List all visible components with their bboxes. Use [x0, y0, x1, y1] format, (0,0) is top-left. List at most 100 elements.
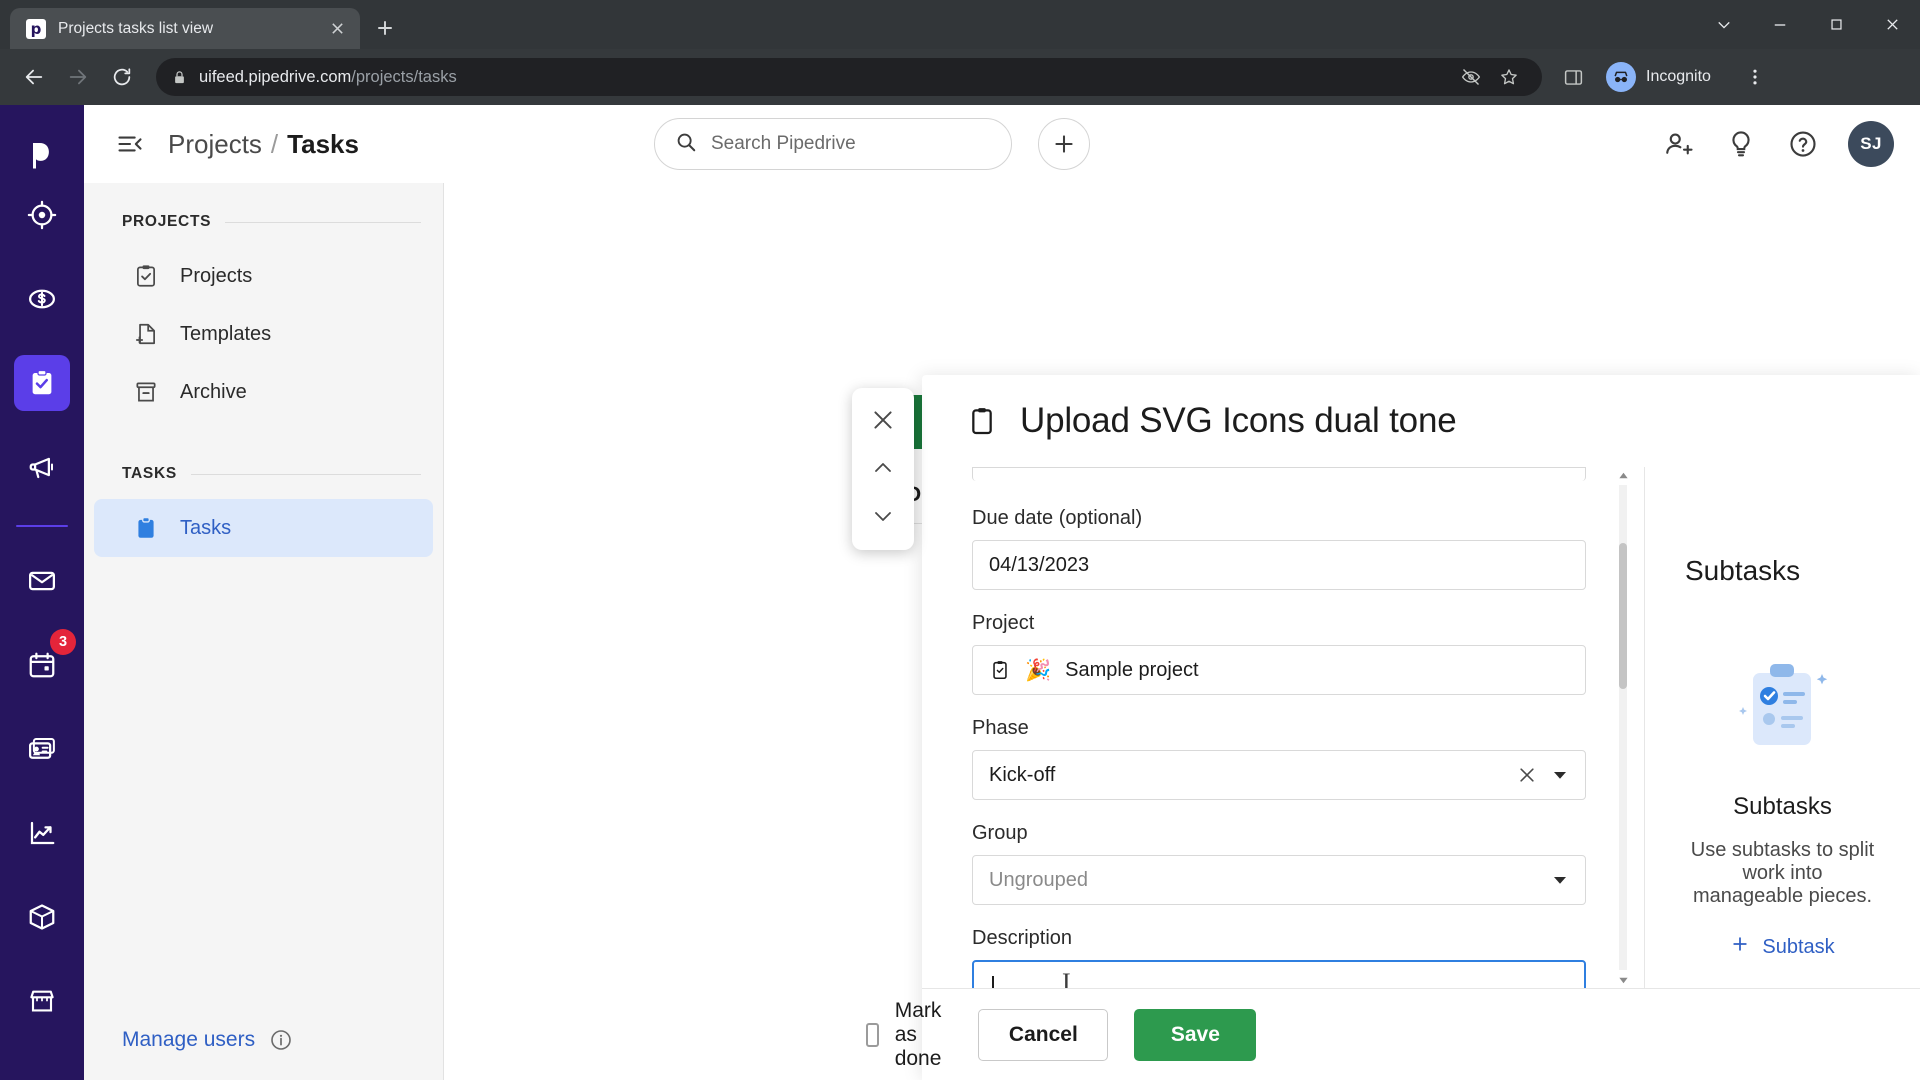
previous-field-cutoff[interactable] — [972, 467, 1586, 481]
rail-item-campaigns[interactable] — [14, 439, 70, 495]
add-button[interactable] — [1037, 118, 1090, 170]
group-chevron-down-icon[interactable] — [1551, 871, 1569, 889]
mark-as-done-checkbox[interactable] — [865, 1022, 879, 1047]
manage-users-link[interactable]: Manage users — [122, 1028, 255, 1052]
omnibox-actions — [1454, 60, 1526, 94]
subtasks-heading: Subtasks — [1685, 555, 1801, 586]
group-value: Ungrouped — [989, 868, 1088, 891]
sidebar-footer: Manage users — [84, 1028, 443, 1080]
breadcrumb: Projects / Tasks — [168, 129, 359, 160]
back-button[interactable] — [14, 57, 54, 97]
scrollbar-thumb[interactable] — [1619, 543, 1627, 689]
browser-tab[interactable]: p Projects tasks list view — [10, 8, 360, 49]
pipedrive-favicon: p — [26, 18, 46, 39]
app-body: PROJECTS Projects Templates Archive TASK… — [84, 183, 1920, 1080]
side-panel-icon[interactable] — [1556, 60, 1590, 94]
tab-search-icon[interactable] — [1696, 0, 1752, 49]
document-add-icon — [132, 320, 160, 348]
breadcrumb-separator: / — [270, 128, 279, 159]
breadcrumb-root[interactable]: Projects — [168, 129, 262, 160]
tab-close-icon[interactable] — [324, 16, 350, 42]
scroll-down-icon[interactable] — [1616, 972, 1630, 988]
maximize-icon[interactable] — [1808, 0, 1864, 49]
description-editor[interactable]: I B I U — [972, 960, 1586, 988]
form-scrollbar[interactable] — [1616, 467, 1630, 988]
scroll-up-icon[interactable] — [1616, 467, 1630, 483]
scrollbar-track[interactable] — [1619, 485, 1627, 970]
due-date-input[interactable]: 04/13/2023 — [972, 540, 1586, 590]
group-label: Group — [972, 822, 1028, 844]
project-input[interactable]: 🎉 Sample project — [972, 645, 1586, 695]
url-domain: uifeed.pipedrive.com — [199, 67, 352, 86]
sidebar-item-label: Tasks — [180, 516, 232, 539]
info-icon[interactable] — [269, 1028, 293, 1052]
mark-as-done-control[interactable]: Mark as done — [865, 999, 953, 1071]
whats-new-icon[interactable] — [1724, 127, 1758, 161]
lock-icon — [172, 70, 187, 85]
sidebar-item-tasks[interactable]: Tasks — [94, 499, 433, 557]
reload-button[interactable] — [102, 57, 142, 97]
modal-title: Upload SVG Icons dual tone — [1020, 401, 1457, 440]
rail-item-mail[interactable] — [14, 553, 70, 609]
tasks-main-region: D — [444, 183, 1920, 1080]
rail-item-contacts[interactable] — [14, 721, 70, 777]
rail-item-activities[interactable]: 3 — [14, 629, 76, 693]
sidebar-section-tasks: TASKS — [84, 465, 443, 483]
text-cursor — [992, 976, 994, 988]
header-actions: SJ — [1662, 121, 1894, 167]
clear-phase-icon[interactable] — [1517, 765, 1537, 785]
search-input[interactable]: Search Pipedrive — [653, 118, 1012, 170]
task-form-scroll: Due date (optional) 04/13/2023 Project 🎉… — [922, 467, 1644, 988]
project-value: Sample project — [1065, 658, 1199, 681]
incognito-profile-button[interactable]: Incognito — [1600, 57, 1727, 97]
search-placeholder: Search Pipedrive — [710, 133, 856, 154]
app-content: Projects / Tasks Search Pipedrive SJ PRO… — [84, 105, 1920, 1080]
rail-item-deals[interactable] — [14, 271, 70, 327]
rail-item-marketplace[interactable] — [14, 973, 70, 1029]
pipedrive-logo-icon[interactable] — [0, 123, 84, 187]
rail-item-insights[interactable] — [14, 805, 70, 861]
next-task-icon[interactable] — [857, 492, 909, 540]
help-icon[interactable] — [1786, 127, 1820, 161]
global-nav-rail: 3 — [0, 105, 84, 1080]
close-window-icon[interactable] — [1864, 0, 1920, 49]
sidebar-item-projects[interactable]: Projects — [94, 247, 433, 305]
rail-item-products[interactable] — [14, 889, 70, 945]
task-nav-pill — [852, 388, 914, 550]
window-controls — [1696, 0, 1920, 49]
forward-button[interactable] — [58, 57, 98, 97]
rail-item-projects[interactable] — [14, 355, 70, 411]
clipboard-check-icon — [132, 262, 160, 290]
chrome-menu-icon[interactable] — [1735, 57, 1775, 97]
rail-item-leads[interactable] — [14, 187, 70, 243]
save-button[interactable]: Save — [1134, 1008, 1257, 1061]
sidebar-item-archive[interactable]: Archive — [94, 363, 433, 421]
group-select[interactable]: Ungrouped — [972, 855, 1586, 905]
minimize-icon[interactable] — [1752, 0, 1808, 49]
previous-task-icon[interactable] — [857, 444, 909, 492]
new-tab-button[interactable] — [368, 11, 402, 45]
phase-chevron-down-icon[interactable] — [1551, 766, 1569, 784]
description-textarea[interactable]: I — [974, 962, 1584, 988]
modal-footer: Mark as done Cancel Save — [865, 988, 1920, 1080]
cancel-button[interactable]: Cancel — [978, 1008, 1109, 1061]
address-bar[interactable]: uifeed.pipedrive.com/projects/tasks — [156, 58, 1542, 96]
clipboard-solid-icon — [132, 514, 160, 542]
close-task-icon[interactable] — [857, 396, 909, 444]
browser-window: p Projects tasks list view uifeed.pipedr… — [0, 0, 1920, 1080]
sidebar-item-templates[interactable]: Templates — [94, 305, 433, 363]
phase-select[interactable]: Kick-off — [972, 750, 1586, 800]
add-subtask-button[interactable]: Subtask — [1730, 934, 1835, 960]
description-label: Description — [972, 927, 1073, 949]
sidebar-section-label: PROJECTS — [122, 213, 212, 230]
user-avatar[interactable]: SJ — [1848, 121, 1894, 167]
browser-toolbar: uifeed.pipedrive.com/projects/tasks Inco… — [0, 49, 1920, 105]
incognito-icon — [1606, 62, 1636, 92]
third-party-cookie-icon[interactable] — [1454, 60, 1488, 94]
invite-users-icon[interactable] — [1662, 127, 1696, 161]
collapse-sidebar-icon[interactable] — [110, 124, 150, 164]
sidebar-section-label: TASKS — [122, 465, 177, 482]
due-date-label: Due date (optional) — [972, 507, 1143, 529]
bookmark-star-icon[interactable] — [1492, 60, 1526, 94]
